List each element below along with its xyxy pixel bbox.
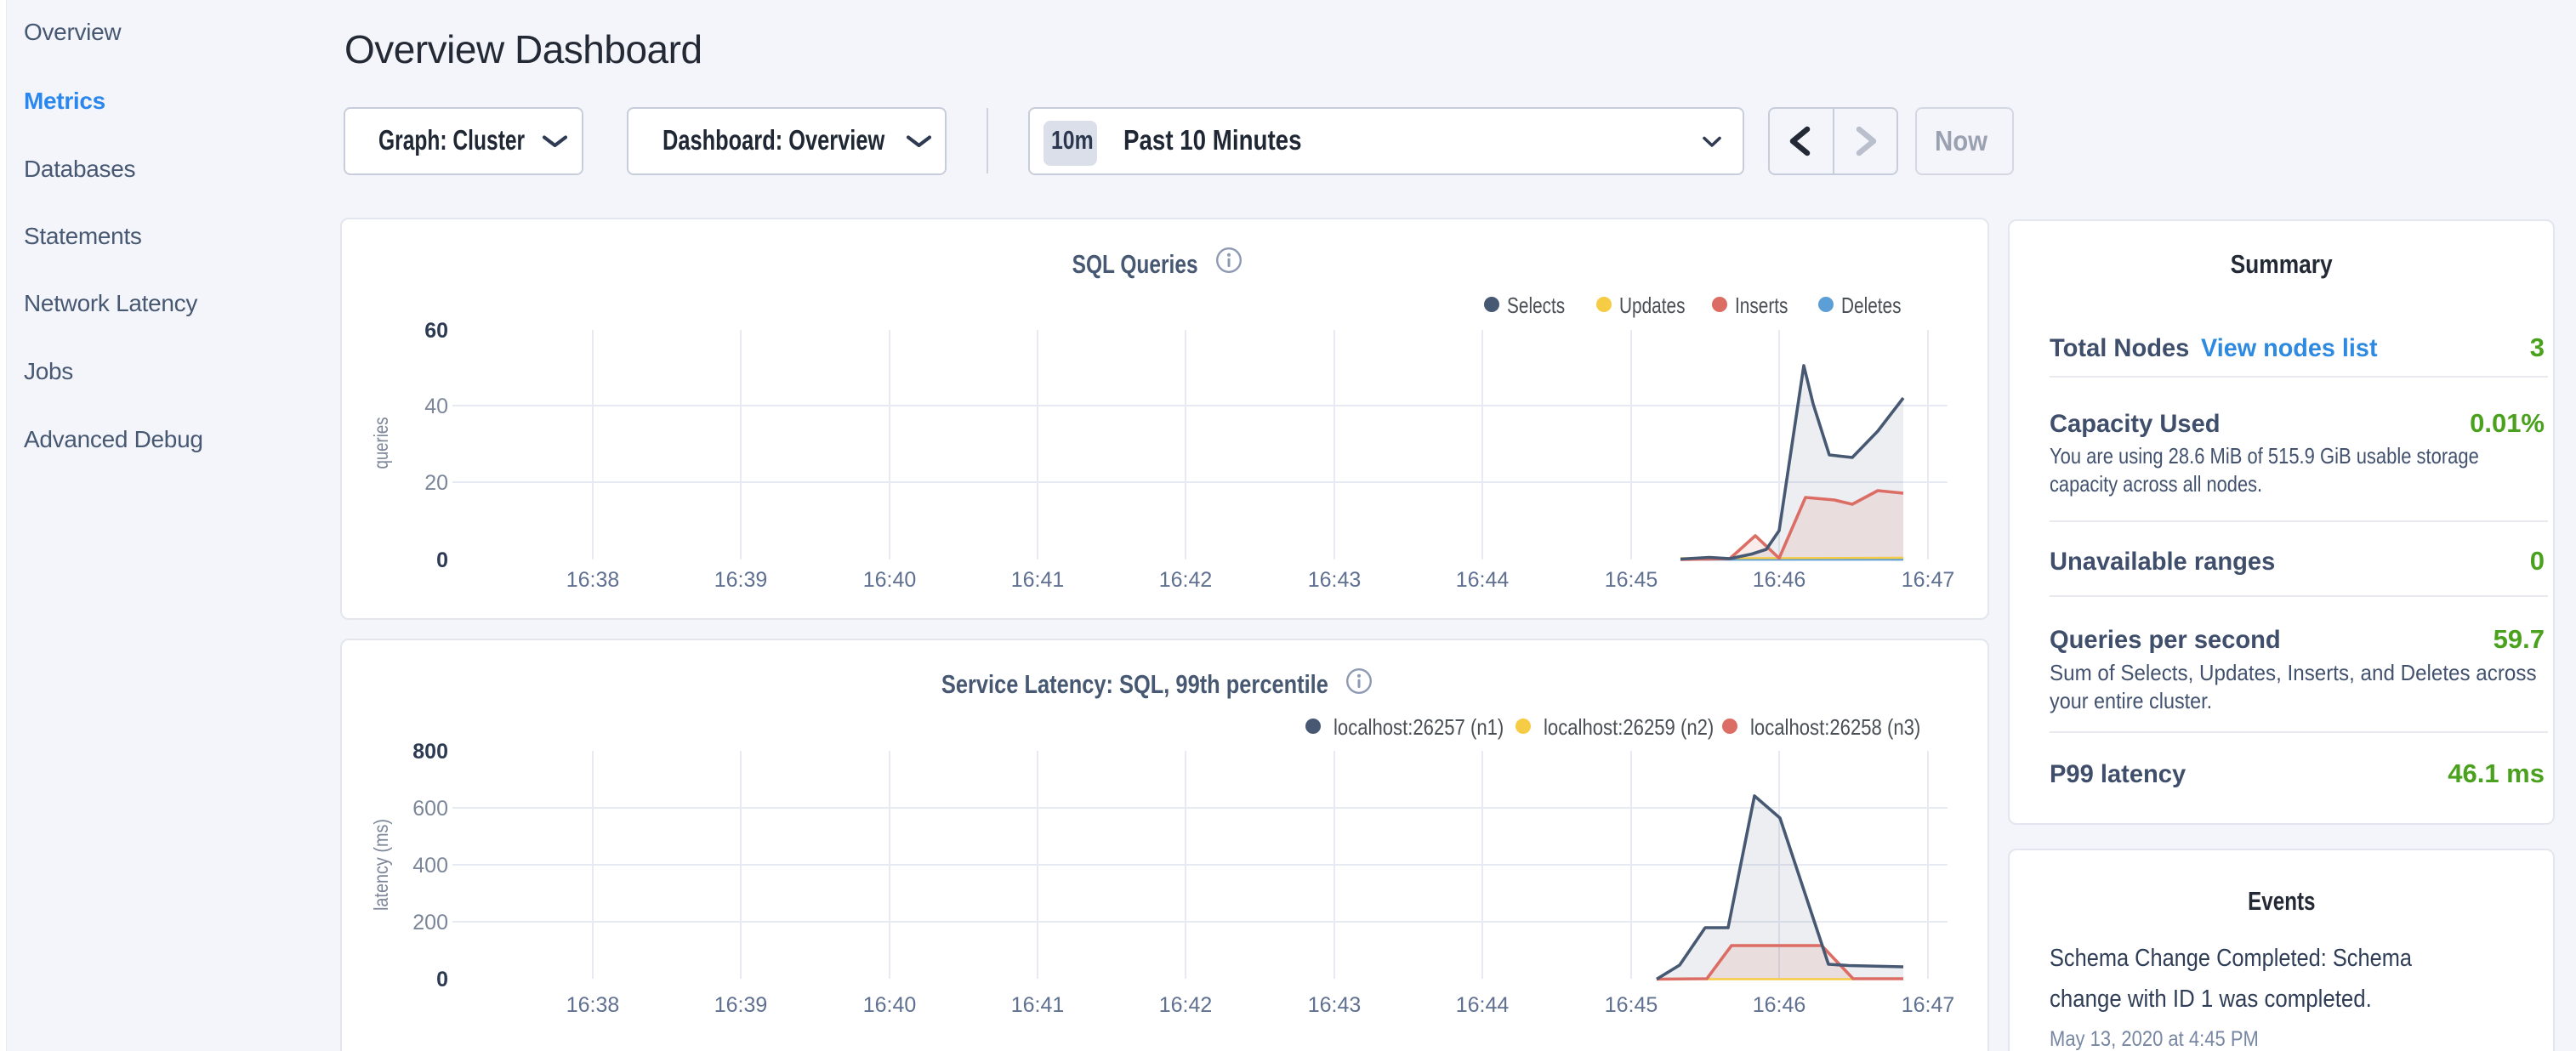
svg-text:16:44: 16:44 bbox=[1456, 568, 1510, 592]
svg-text:200: 200 bbox=[412, 911, 448, 935]
svg-text:16:39: 16:39 bbox=[714, 568, 768, 592]
svg-text:40: 40 bbox=[424, 395, 448, 418]
svg-text:16:41: 16:41 bbox=[1011, 993, 1065, 1017]
svg-text:16:47: 16:47 bbox=[1902, 993, 1955, 1017]
svg-text:16:45: 16:45 bbox=[1605, 568, 1658, 592]
svg-text:16:38: 16:38 bbox=[566, 993, 620, 1017]
svg-text:16:46: 16:46 bbox=[1753, 568, 1806, 592]
svg-text:0: 0 bbox=[436, 968, 448, 991]
svg-text:latency (ms): latency (ms) bbox=[370, 819, 392, 911]
svg-text:queries: queries bbox=[370, 418, 392, 469]
svg-text:16:40: 16:40 bbox=[863, 993, 917, 1017]
svg-text:16:42: 16:42 bbox=[1159, 568, 1213, 592]
svg-text:16:38: 16:38 bbox=[566, 568, 620, 592]
svg-text:16:43: 16:43 bbox=[1308, 568, 1362, 592]
svg-text:16:42: 16:42 bbox=[1159, 993, 1213, 1017]
svg-text:16:44: 16:44 bbox=[1456, 993, 1510, 1017]
svg-text:600: 600 bbox=[412, 797, 448, 821]
svg-text:16:39: 16:39 bbox=[714, 993, 768, 1017]
svg-text:800: 800 bbox=[412, 740, 448, 764]
svg-text:20: 20 bbox=[424, 471, 448, 495]
svg-text:16:47: 16:47 bbox=[1902, 568, 1955, 592]
svg-text:16:46: 16:46 bbox=[1753, 993, 1806, 1017]
svg-text:16:40: 16:40 bbox=[863, 568, 917, 592]
svg-text:60: 60 bbox=[424, 319, 448, 343]
svg-text:16:41: 16:41 bbox=[1011, 568, 1065, 592]
svg-text:16:43: 16:43 bbox=[1308, 993, 1362, 1017]
svg-text:0: 0 bbox=[436, 548, 448, 572]
svg-text:16:45: 16:45 bbox=[1605, 993, 1658, 1017]
svg-text:400: 400 bbox=[412, 854, 448, 878]
